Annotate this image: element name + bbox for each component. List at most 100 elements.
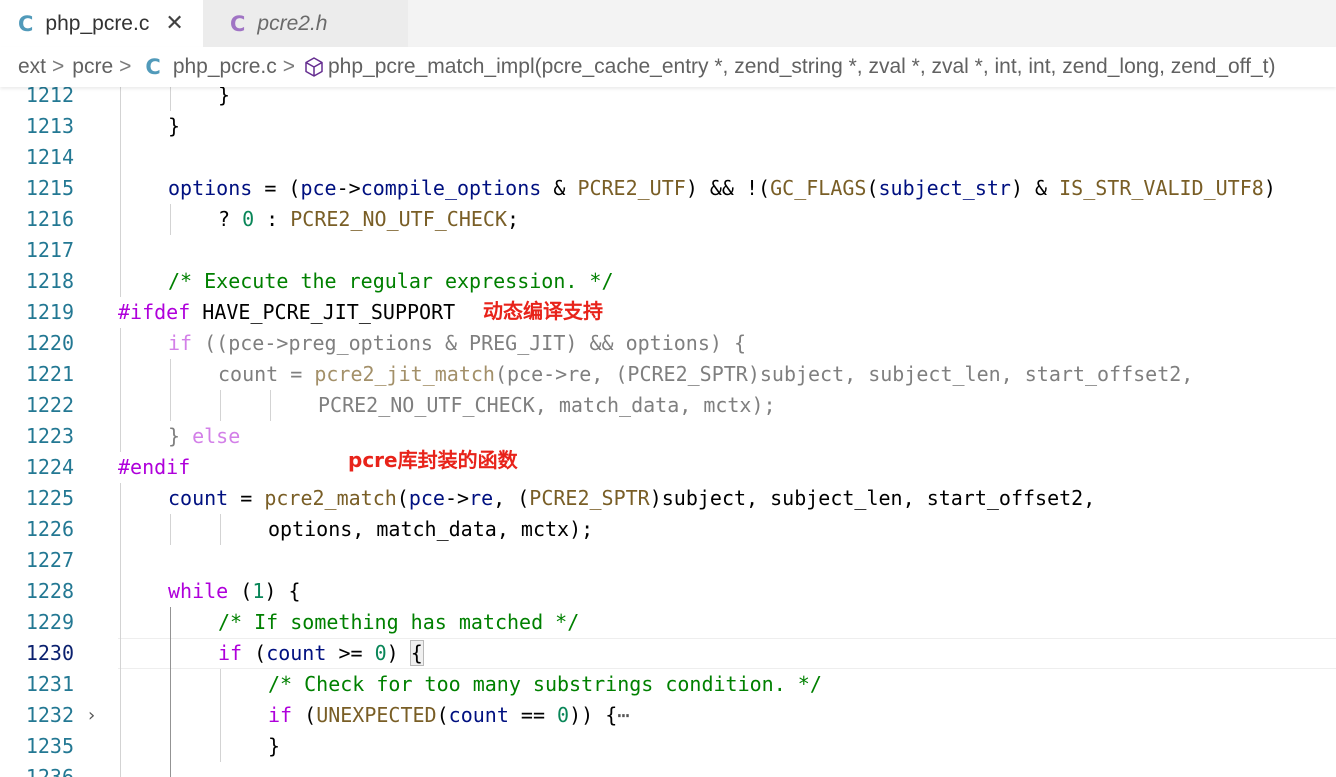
code-token: 0 (374, 641, 387, 665)
code-line[interactable]: 1231 /* Check for too many substrings con… (0, 669, 1336, 700)
code-token: ( (242, 641, 267, 665)
indent-guide (120, 142, 121, 173)
breadcrumb-item-ext[interactable]: ext (18, 55, 46, 79)
code-token: 0 (242, 207, 255, 231)
code-token: (pce->re, (PCRE2_SPTR)subject, subject_l… (494, 362, 1194, 386)
code-line[interactable]: 1223} else (0, 421, 1336, 452)
code-token: if (268, 703, 293, 727)
indent-guide (220, 514, 221, 545)
indent-guide (120, 514, 121, 545)
fold-chevron-icon[interactable]: › (88, 700, 95, 731)
code-line[interactable]: 1224 #endif (0, 452, 1336, 483)
indent-guide (170, 390, 171, 421)
code-text: options, match_data, mctx); (268, 514, 593, 545)
code-token: count (448, 703, 509, 727)
code-line[interactable]: 1226 options, match_data, mctx); (0, 514, 1336, 545)
line-number: 1227 (25, 548, 74, 572)
indent-guide (170, 514, 171, 545)
code-token: ); (569, 517, 594, 541)
tab-pcre2-h[interactable]: C pcre2.h (203, 0, 408, 47)
code-line[interactable]: 1235} (0, 731, 1336, 762)
indent-guide (120, 204, 121, 235)
code-line[interactable]: 1229 /* If something has matched */ (0, 607, 1336, 638)
breadcrumb-item-file[interactable]: php_pcre.c (173, 55, 277, 79)
code-token: ) && !( (685, 176, 771, 200)
indent-guide (120, 390, 121, 421)
indent-guide (170, 607, 171, 638)
code-line[interactable]: 1227 (0, 545, 1336, 576)
line-number: 1222 (25, 393, 74, 417)
code-token: pce (408, 486, 445, 510)
code-line[interactable]: 1216? 0 : PCRE2_NO_UTF_CHECK; (0, 204, 1336, 235)
code-text: /* Execute the regular expression. */ (168, 266, 614, 297)
code-token: -> (336, 176, 361, 200)
code-token: PCRE2_UTF (577, 176, 686, 200)
code-line[interactable]: 1214 (0, 142, 1336, 173)
code-line[interactable]: 1222 PCRE2_NO_UTF_CHECK, match_data, mctx… (0, 390, 1336, 421)
code-token: } (218, 87, 231, 107)
chevron-right-icon: > (119, 55, 132, 78)
code-token: #ifdef (118, 300, 191, 324)
code-token: } (168, 424, 193, 448)
code-token: /* Execute the regular expression. */ (168, 269, 614, 293)
line-number: 1236 (25, 765, 74, 777)
code-text: /* Check for too many substrings conditi… (268, 669, 822, 700)
code-line[interactable]: 1217 (0, 235, 1336, 266)
code-line[interactable]: 1218 /* Execute the regular expression. *… (0, 266, 1336, 297)
code-line[interactable]: 1213} (0, 111, 1336, 142)
indent-guide (120, 359, 121, 390)
annotation-label: pcre库封装的函数 (348, 448, 518, 472)
code-token: ) (649, 486, 662, 510)
code-text: options = (pce->compile_options & PCRE2_… (168, 173, 1276, 204)
indent-guide (170, 204, 171, 235)
code-line[interactable]: 1220 if ((pce->preg_options & PREG_JIT) &… (0, 328, 1336, 359)
code-text: } (218, 87, 230, 111)
breadcrumb-item-pcre[interactable]: pcre (72, 55, 113, 79)
code-token: options (268, 517, 353, 541)
code-token: count (168, 486, 229, 510)
code-text: ? 0 : PCRE2_NO_UTF_CHECK; (218, 204, 519, 235)
code-token: , ( (493, 486, 530, 510)
line-number: 1230 (25, 641, 74, 665)
code-token: ? (218, 207, 243, 231)
breadcrumb-item-symbol[interactable]: php_pcre_match_impl(pcre_cache_entry *, … (328, 55, 1275, 79)
code-token: -> (444, 486, 470, 510)
line-number: 1226 (25, 517, 74, 541)
code-token: if (168, 331, 193, 355)
code-token: ) & (1010, 176, 1060, 200)
indent-guide (120, 700, 121, 731)
code-token: else (192, 424, 241, 448)
code-editor[interactable]: 1212} 1213} 1214 1215 options = (pce->compil… (0, 87, 1336, 777)
code-text: #ifdef HAVE_PCRE_JIT_SUPPORT (118, 297, 455, 328)
line-number: 1225 (25, 486, 74, 510)
code-token: preg_options (288, 331, 433, 355)
indent-guide (220, 390, 221, 421)
code-token: ( (292, 703, 317, 727)
code-line[interactable]: 1228 while (1) { (0, 576, 1336, 607)
line-number: 1231 (25, 672, 74, 696)
close-icon[interactable]: ✕ (165, 11, 183, 36)
code-line[interactable]: 1221 count = pcre2_jit_match(pce->re, (PC… (0, 359, 1336, 390)
code-line[interactable]: 1236 (0, 762, 1336, 777)
tab-php-pcre-c[interactable]: C php_pcre.c ✕ (0, 0, 203, 47)
code-line[interactable]: 1219 #ifdef HAVE_PCRE_JIT_SUPPORT (0, 297, 1336, 328)
code-line[interactable]: 1212} (0, 87, 1336, 111)
code-token: , (1083, 486, 1096, 510)
code-token: mctx (520, 517, 570, 541)
indent-guide (220, 700, 221, 731)
code-token: , (746, 486, 771, 510)
code-token: ) (1263, 176, 1276, 200)
indent-guide (120, 545, 121, 576)
code-line[interactable]: 1215 options = (pce->compile_options & PC… (0, 173, 1336, 204)
line-number: 1212 (25, 87, 74, 107)
indent-guide (120, 266, 121, 297)
code-token: & PREG_JIT) && options) { (432, 331, 747, 355)
indent-guide (120, 607, 121, 638)
code-line[interactable]: 1230 if (count >= 0) { (0, 638, 1336, 669)
code-token: compile_options (360, 176, 542, 200)
code-line[interactable]: 1225 count = pcre2_match(pce->re, (PCRE2_… (0, 483, 1336, 514)
code-line[interactable]: 1232 › if (UNEXPECTED(count == 0)) {⋯ (0, 700, 1336, 731)
code-token: ; (507, 207, 520, 231)
code-text: if (count >= 0) { (218, 638, 424, 669)
code-token: 0 (557, 703, 570, 727)
